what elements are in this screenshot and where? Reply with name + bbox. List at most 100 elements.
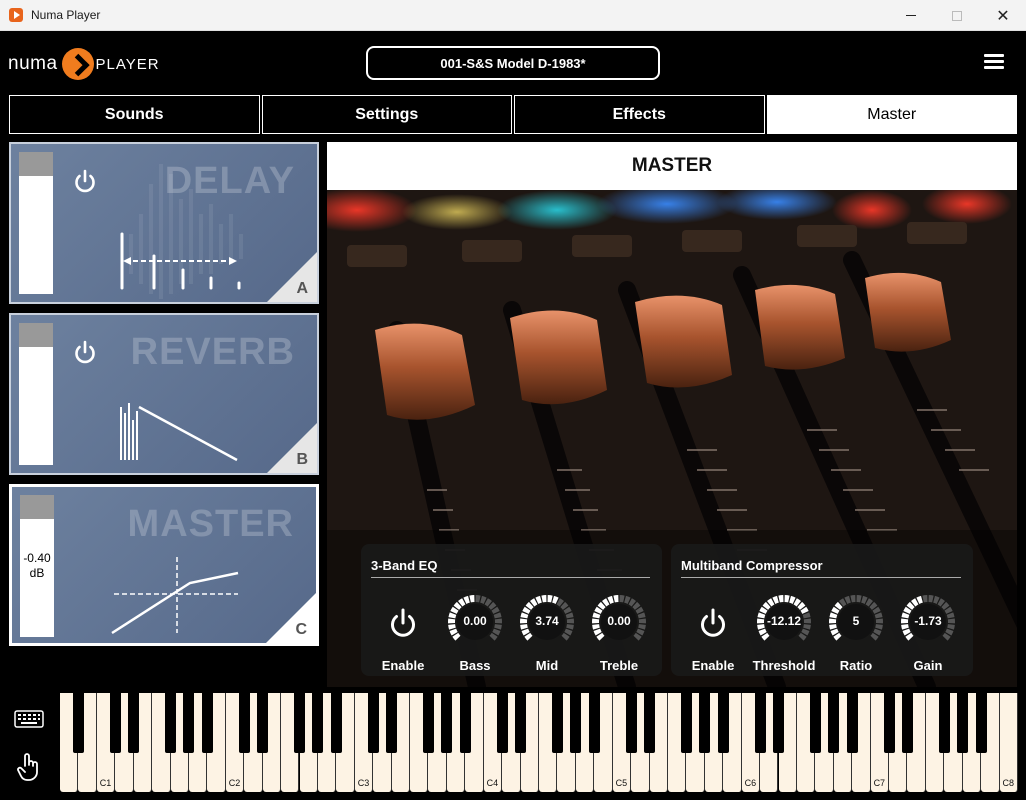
octave-label: C5	[615, 778, 628, 788]
black-key[interactable]	[109, 693, 121, 753]
ratio-label: Ratio	[839, 658, 873, 673]
black-key[interactable]	[754, 693, 766, 753]
white-key[interactable]: C8	[999, 693, 1018, 792]
minimize-icon	[906, 15, 916, 16]
logo-arrow-icon	[61, 48, 94, 80]
black-key[interactable]	[772, 693, 785, 753]
computer-keyboard-icon[interactable]	[14, 710, 44, 728]
black-key[interactable]	[644, 693, 656, 753]
gain-label: Gain	[913, 658, 943, 673]
preset-selector[interactable]: 001-S&S Model D-1983*	[366, 46, 660, 80]
black-key[interactable]	[312, 693, 324, 753]
maximize-button[interactable]	[934, 0, 980, 31]
bass-knob[interactable]: 0.00	[447, 594, 503, 650]
app-header: numa PLAYER 001-S&S Model D-1983*	[0, 31, 1026, 95]
black-key[interactable]	[975, 693, 987, 753]
black-key[interactable]	[422, 693, 434, 753]
maximize-icon	[952, 10, 962, 21]
threshold-control: -12.12 Threshold	[752, 594, 816, 673]
touch-hand-icon[interactable]	[16, 752, 42, 782]
black-key[interactable]	[901, 693, 913, 753]
corner-tab	[266, 593, 316, 643]
black-key[interactable]	[257, 693, 269, 753]
octave-label: C6	[744, 778, 757, 788]
tab-sounds[interactable]: Sounds	[9, 95, 260, 134]
eq-enable-label: Enable	[381, 658, 425, 673]
black-key[interactable]	[183, 693, 195, 753]
black-key[interactable]	[957, 693, 969, 753]
corner-tab	[267, 252, 317, 302]
master-gain-readout: -0.40 dB	[20, 551, 54, 581]
black-key[interactable]	[680, 693, 692, 753]
delay-level-meter	[19, 152, 53, 294]
ratio-control: 5 Ratio	[824, 594, 888, 673]
tab-settings[interactable]: Settings	[261, 95, 512, 134]
black-key[interactable]	[828, 693, 840, 753]
black-key[interactable]	[883, 693, 895, 753]
piano-keyboard[interactable]: C1 C2 C3 C4 C5 C6 C7 C8	[60, 693, 1018, 792]
black-key[interactable]	[699, 693, 711, 753]
black-key[interactable]	[72, 693, 84, 753]
gain-knob[interactable]: -1.73	[900, 594, 956, 650]
treble-knob[interactable]: 0.00	[591, 594, 647, 650]
eq-panel: 3-Band EQ Enable 0.00 Bass 3.74 Mid 0.00…	[361, 544, 662, 676]
delay-title: DELAY	[164, 160, 295, 202]
treble-label: Treble	[599, 658, 639, 673]
reverb-level-meter	[19, 323, 53, 465]
black-key[interactable]	[496, 693, 508, 753]
black-key[interactable]	[293, 693, 306, 753]
black-key[interactable]	[717, 693, 729, 753]
gain-control: -1.73 Gain	[896, 594, 960, 673]
black-key[interactable]	[386, 693, 398, 753]
minimize-button[interactable]	[888, 0, 934, 31]
black-key[interactable]	[201, 693, 213, 753]
compressor-enable-label: Enable	[691, 658, 735, 673]
compressor-enable-power-icon[interactable]	[696, 607, 730, 641]
fx-card-master[interactable]: -0.40 dB MASTER C	[9, 484, 319, 646]
threshold-value: -12.12	[766, 614, 802, 628]
close-icon: ✕	[996, 7, 1010, 25]
black-key[interactable]	[938, 693, 950, 753]
black-key[interactable]	[238, 693, 250, 753]
black-key[interactable]	[441, 693, 453, 753]
compressor-enable-control: Enable	[681, 594, 745, 673]
octave-label: C2	[228, 778, 241, 788]
master-card-title: MASTER	[127, 503, 294, 545]
threshold-label: Threshold	[752, 658, 816, 673]
black-key[interactable]	[330, 693, 342, 753]
black-key[interactable]	[809, 693, 821, 753]
keyboard-area: C1 C2 C3 C4 C5 C6 C7 C8	[0, 688, 1026, 800]
compressor-title: Multiband Compressor	[681, 558, 823, 573]
black-key[interactable]	[128, 693, 140, 753]
eq-treble-control: 0.00 Treble	[587, 594, 651, 673]
eq-enable-power-icon[interactable]	[386, 607, 420, 641]
mid-knob[interactable]: 3.74	[519, 594, 575, 650]
octave-label: C3	[357, 778, 370, 788]
black-key[interactable]	[367, 693, 379, 753]
black-key[interactable]	[570, 693, 582, 753]
logo-numa-text: numa	[8, 53, 58, 74]
black-key[interactable]	[551, 693, 563, 753]
fx-card-reverb[interactable]: REVERB B	[9, 313, 319, 475]
eq-bass-control: 0.00 Bass	[443, 594, 507, 673]
reverb-power-icon[interactable]	[71, 339, 99, 367]
close-button[interactable]: ✕	[980, 0, 1026, 31]
black-key[interactable]	[846, 693, 858, 753]
threshold-knob[interactable]: -12.12	[756, 594, 812, 650]
fx-card-delay[interactable]: DELAY A	[9, 142, 319, 304]
black-key[interactable]	[165, 693, 177, 753]
slot-label-a: A	[296, 280, 308, 297]
bass-label: Bass	[459, 658, 491, 673]
hamburger-menu-icon[interactable]	[984, 54, 1004, 70]
octave-label: C4	[486, 778, 499, 788]
mid-label: Mid	[535, 658, 559, 673]
black-key[interactable]	[625, 693, 637, 753]
delay-power-icon[interactable]	[71, 168, 99, 196]
ratio-knob[interactable]: 5	[828, 594, 884, 650]
black-key[interactable]	[515, 693, 527, 753]
tab-effects[interactable]: Effects	[514, 95, 765, 134]
reverb-title: REVERB	[130, 331, 295, 373]
black-key[interactable]	[588, 693, 600, 753]
black-key[interactable]	[459, 693, 471, 753]
tab-master[interactable]: Master	[766, 95, 1017, 134]
